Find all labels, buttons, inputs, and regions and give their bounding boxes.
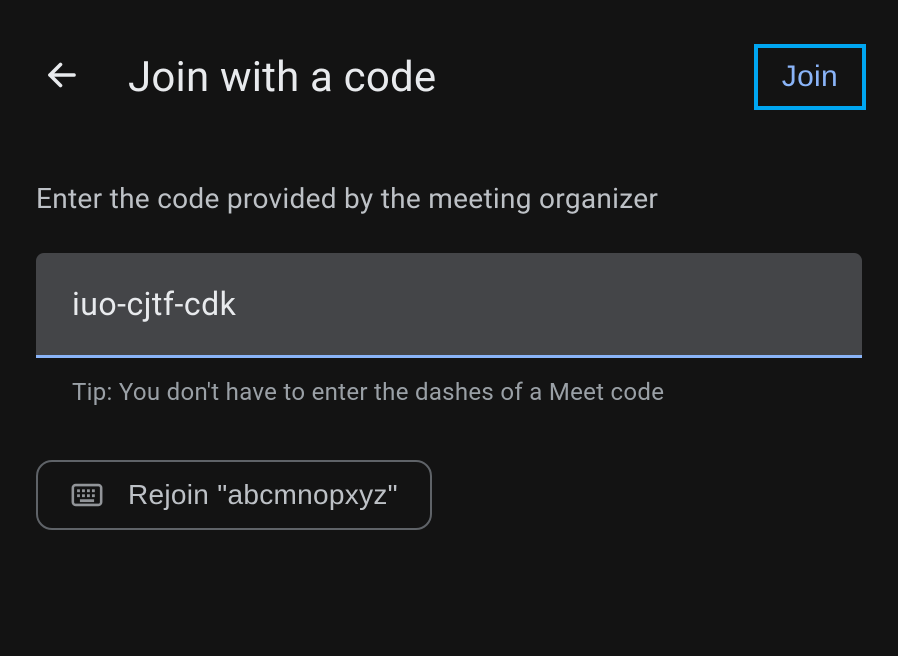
back-arrow-icon <box>44 57 80 97</box>
instruction-text: Enter the code provided by the meeting o… <box>36 182 862 215</box>
meeting-code-input[interactable] <box>72 285 826 323</box>
rejoin-button[interactable]: Rejoin "abcmnopxyz" <box>36 460 432 530</box>
main-content: Enter the code provided by the meeting o… <box>0 134 898 530</box>
code-input-container[interactable] <box>36 253 862 358</box>
header-bar: Join with a code Join <box>0 0 898 134</box>
rejoin-section: Rejoin "abcmnopxyz" <box>36 406 862 530</box>
tip-text: Tip: You don't have to enter the dashes … <box>36 358 862 406</box>
back-button[interactable] <box>44 57 80 97</box>
rejoin-label: Rejoin "abcmnopxyz" <box>128 479 398 511</box>
page-title: Join with a code <box>128 53 436 102</box>
header-left: Join with a code <box>44 53 436 102</box>
join-button[interactable]: Join <box>754 44 866 110</box>
keyboard-icon <box>70 478 104 512</box>
